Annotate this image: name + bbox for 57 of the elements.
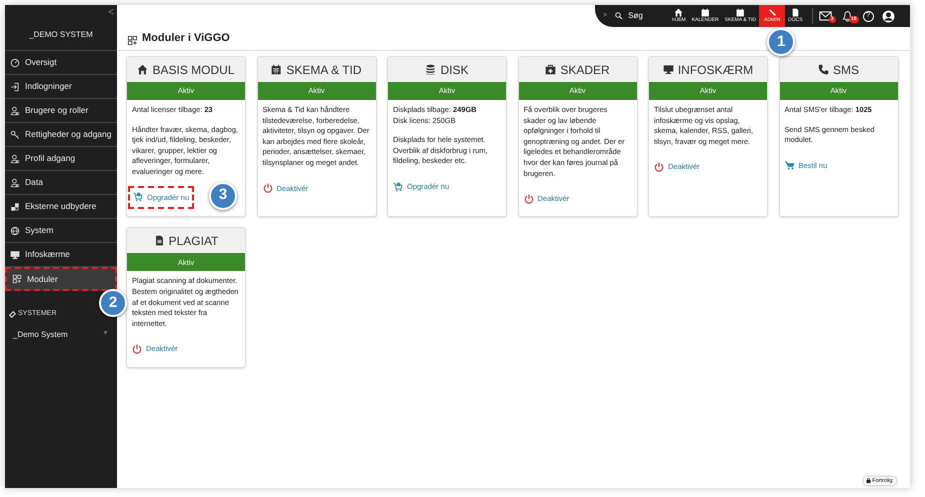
power-icon (132, 344, 142, 354)
grid-icon (12, 274, 22, 284)
lock-icon (866, 478, 872, 484)
medkit-icon (545, 64, 556, 75)
page-title: Moduler i ViGGO (142, 30, 230, 46)
sidebar-item[interactable]: Profil adgang (5, 147, 117, 171)
grid-icon (127, 35, 138, 46)
monitor-icon (662, 64, 674, 75)
database-icon (425, 64, 436, 75)
blocks-icon (10, 202, 20, 212)
calendar-icon (271, 64, 282, 75)
avatar-icon[interactable] (882, 10, 895, 22)
calendar-icon (700, 8, 710, 17)
power-icon (262, 183, 272, 194)
module-title: SKEMA & TID (286, 62, 362, 78)
document-icon (790, 8, 800, 17)
calendar-icon (736, 8, 745, 17)
globe-icon (10, 226, 20, 236)
cart-icon (133, 192, 143, 202)
step-badge: 1 (767, 28, 796, 56)
sidebar-item[interactable]: Oversigt (5, 51, 117, 75)
search-icon (615, 12, 624, 20)
monitor-icon (10, 250, 20, 260)
module-title: SKADER (560, 62, 610, 78)
organization-name: _DEMO SYSTEM (29, 29, 93, 41)
sidebar-item[interactable]: Indlogninger (5, 75, 117, 99)
document-icon (154, 235, 165, 246)
module-title: BASIS MODUL (152, 62, 235, 78)
cart-icon (784, 160, 794, 170)
sidebar-item[interactable]: Rettigheder og adgang (5, 123, 117, 147)
users-icon (10, 154, 20, 164)
module-title: SMS (832, 62, 859, 78)
users-icon (10, 106, 20, 116)
power-icon (654, 162, 664, 172)
phone-icon (818, 64, 829, 75)
house-icon (674, 8, 684, 17)
search-button[interactable]: Søg (615, 10, 656, 22)
house-icon (137, 64, 148, 75)
collapse-button[interactable]: < (108, 5, 114, 20)
sidebar-item[interactable]: Brugere og roller (5, 99, 117, 123)
step-badge: 2 (99, 289, 127, 317)
module-title: DISK (440, 62, 468, 78)
login-icon (10, 82, 20, 92)
step-badge: 3 (209, 182, 237, 210)
sidebar-item[interactable]: Moduler (5, 267, 117, 291)
sidebar-item[interactable]: Eksterne udbydere (5, 195, 117, 219)
cart-icon (393, 182, 403, 192)
users-icon (10, 178, 20, 188)
key-icon (10, 130, 20, 140)
module-title: INFOSKÆRM (678, 62, 754, 78)
gauge-icon (10, 58, 20, 68)
sidebar-item[interactable]: Data (5, 171, 117, 195)
power-icon (524, 194, 534, 204)
sidebar-item[interactable]: System (5, 219, 117, 243)
bell-icon[interactable] (842, 10, 853, 22)
module-title: PLAGIAT (168, 232, 218, 250)
mail-icon[interactable] (818, 11, 832, 21)
